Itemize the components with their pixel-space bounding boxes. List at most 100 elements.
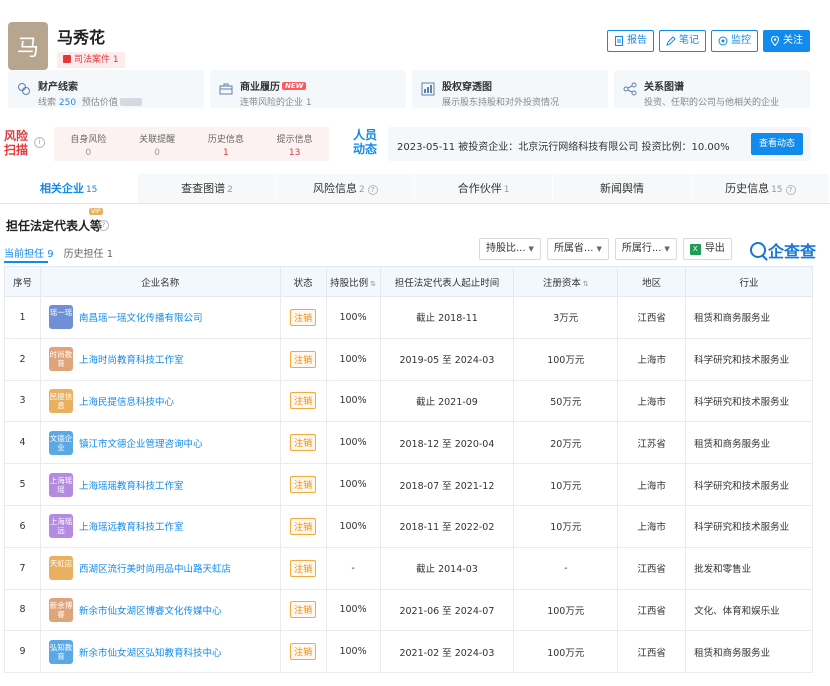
industry-filter[interactable]: 所属行... ▼ [614, 238, 677, 260]
person-dynamics: 2023-05-11 被投资企业：北京沅行网络科技有限公司 投资比例：10.00… [388, 127, 811, 161]
region-cell: 江西省 [617, 546, 687, 590]
tab-related-companies[interactable]: 相关企业 15 [0, 174, 139, 203]
period-cell: 截止 2018-11 [379, 296, 515, 339]
company-link[interactable]: 新余市仙女湖区弘知教育科技中心 [79, 648, 222, 659]
capital-cell: 100万元 [513, 588, 619, 632]
company-cell: 新余博睿 新余市仙女湖区博睿文化传媒中心 [39, 588, 281, 632]
filter-bar: 持股比... ▼ 所属省... ▼ 所属行... ▼ X 导出 [479, 238, 732, 260]
coins-icon [18, 83, 30, 95]
company-link[interactable]: 南昌瑶一瑶文化传播有限公司 [79, 313, 203, 324]
company-cell: 上海瑶瑶 上海瑶瑶教育科技工作室 [39, 463, 281, 506]
company-link[interactable]: 新余市仙女湖区博睿文化传媒中心 [79, 606, 222, 617]
new-tag: NEW [282, 82, 307, 90]
company-link[interactable]: 上海瑶瑶教育科技工作室 [79, 481, 184, 492]
col-capital[interactable]: 注册资本 ⇅ [513, 266, 619, 297]
follow-button[interactable]: 关注 [763, 30, 810, 52]
company-link[interactable]: 上海瑶远教育科技工作室 [79, 522, 184, 533]
self-risk-stat[interactable]: 自身风险 0 [54, 127, 123, 161]
company-logo: 上海瑶远 [48, 514, 73, 539]
pen-icon [666, 36, 676, 46]
company-link[interactable]: 上海民提信息科技中心 [79, 397, 174, 408]
help-icon: ? [785, 185, 796, 195]
company-logo: 新余博睿 [48, 597, 73, 622]
tab-risk-info[interactable]: 风险信息 2? [276, 174, 415, 203]
status-cell: 注销 [279, 588, 327, 632]
person-header: 马 马秀花 司法案件 1 报告 笔记 监控 关注 [0, 8, 830, 70]
table-row: 2 时尚教育 上海时尚教育科技工作室 注销 100% 2019-05 至 2024-03 1… [4, 337, 813, 381]
capital-cell: 50万元 [513, 379, 619, 423]
help-icon[interactable]: i [34, 137, 45, 148]
tab-partners[interactable]: 合作伙伴 1 [414, 174, 554, 203]
companies-table: 序号 企业名称 状态 持股比例 ⇅ 担任法定代表人起止时间 注册资本 ⇅ 地区 行业… [4, 266, 813, 674]
tab-graph[interactable]: 查查图谱 2 [138, 174, 277, 203]
section-title: 担任法定代表人等 [6, 219, 103, 233]
status-badge: 注销 [290, 350, 317, 368]
export-button[interactable]: X 导出 [682, 238, 732, 260]
legal-case-badge[interactable]: 司法案件 1 [57, 52, 125, 68]
period-cell: 截止 2021-09 [379, 379, 515, 423]
history-info-stat[interactable]: 历史信息 1 [192, 127, 261, 161]
note-button[interactable]: 笔记 [659, 30, 706, 52]
share-cell: 100% [325, 504, 381, 548]
region-cell: 上海市 [617, 504, 687, 548]
region-cell: 上海市 [617, 379, 687, 423]
company-link[interactable]: 西湖区流行美时尚用品中山路天虹店 [79, 564, 231, 575]
capital-cell: 100万元 [513, 630, 619, 674]
person-name: 马秀花 [57, 28, 106, 47]
business-history-card[interactable]: 商业履历 NEW 连带风险的企业 1 [210, 70, 406, 108]
industry-cell: 科学研究和技术服务业 [685, 379, 813, 423]
caret-down-icon: ▼ [664, 245, 670, 253]
blurred-value [119, 98, 142, 106]
tab-news[interactable]: 新闻舆情 [553, 174, 692, 203]
province-filter[interactable]: 所属省... ▼ [546, 238, 609, 260]
company-link[interactable]: 上海时尚教育科技工作室 [79, 355, 184, 366]
status-cell: 注销 [279, 296, 327, 339]
property-clues-card[interactable]: 财产线索 线索 250 预估价值 [8, 70, 204, 108]
help-icon[interactable]: ? [98, 220, 109, 231]
company-cell: 文德企业 镇江市文德企业管理咨询中心 [39, 421, 281, 465]
report-button[interactable]: 报告 [607, 30, 654, 52]
industry-cell: 文化、体育和娱乐业 [685, 588, 813, 632]
status-badge: 注销 [290, 392, 317, 410]
person-dynamics-label: 人员动态 [352, 128, 377, 156]
table-row: 5 上海瑶瑶 上海瑶瑶教育科技工作室 注销 100% 2018-07 至 2021-12 1… [4, 463, 813, 506]
subtab-history[interactable]: 历史担任 1 [64, 245, 114, 260]
risk-scan: 风险扫描 i 自身风险 0 关联提醒 0 历史信息 1 提示信息 13 [4, 125, 329, 161]
status-badge: 注销 [290, 476, 317, 494]
related-alert-stat[interactable]: 关联提醒 0 [123, 127, 192, 161]
hint-info-stat[interactable]: 提示信息 13 [260, 127, 329, 161]
status-cell: 注销 [279, 463, 327, 506]
company-cell: 时尚教育 上海时尚教育科技工作室 [39, 337, 281, 381]
col-status: 状态 [279, 266, 327, 297]
subtab-current[interactable]: 当前担任 9 [4, 245, 54, 260]
capital-cell: 100万元 [513, 337, 619, 381]
share-cell: 100% [325, 296, 381, 339]
region-cell: 上海市 [617, 463, 687, 506]
company-link[interactable]: 镇江市文德企业管理咨询中心 [79, 439, 203, 450]
brand-magnifier-icon [750, 242, 766, 258]
relation-graph-card[interactable]: 关系图谱 投资、任职的公司与他相关的企业 [614, 70, 810, 108]
location-icon [770, 36, 780, 46]
table-row: 9 弘知教育 新余市仙女湖区弘知教育科技中心 注销 100% 2021-02 至 2024… [4, 630, 813, 674]
row-number: 4 [4, 421, 41, 465]
tab-history[interactable]: 历史信息 15? [691, 174, 830, 203]
share-cell: 100% [325, 337, 381, 381]
col-share[interactable]: 持股比例 ⇅ [325, 266, 381, 297]
caret-down-icon: ▼ [596, 245, 602, 253]
equity-penetration-card[interactable]: 股权穿透图 展示股东持股和对外投资情况 [412, 70, 608, 108]
status-cell: 注销 [279, 630, 327, 674]
industry-cell: 批发和零售业 [685, 546, 813, 590]
share-ratio-filter[interactable]: 持股比... ▼ [479, 238, 541, 260]
monitor-button[interactable]: 监控 [711, 30, 758, 52]
status-badge: 注销 [290, 434, 317, 452]
share-cell: 100% [325, 421, 381, 465]
share-cell: 100% [325, 630, 381, 674]
company-cell: 上海瑶远 上海瑶远教育科技工作室 [39, 504, 281, 548]
main-tabs: 相关企业 15 查查图谱 2 风险信息 2? 合作伙伴 1 新闻舆情 历史信息 15? [0, 174, 830, 204]
table-row: 1 瑶一瑶南昌瑶一瑶文化传播有限公司 注销 100% 截止 2018-11 3万元 江西省租… [4, 296, 813, 339]
view-dynamics-button[interactable]: 查看动态 [751, 133, 803, 155]
table-header-row: 序号 企业名称 状态 持股比例 ⇅ 担任法定代表人起止时间 注册资本 ⇅ 地区 行业 [4, 266, 813, 297]
company-cell: 民提信息 上海民提信息科技中心 [39, 379, 281, 423]
row-number: 5 [4, 463, 41, 506]
company-logo: 上海瑶瑶 [48, 472, 73, 497]
